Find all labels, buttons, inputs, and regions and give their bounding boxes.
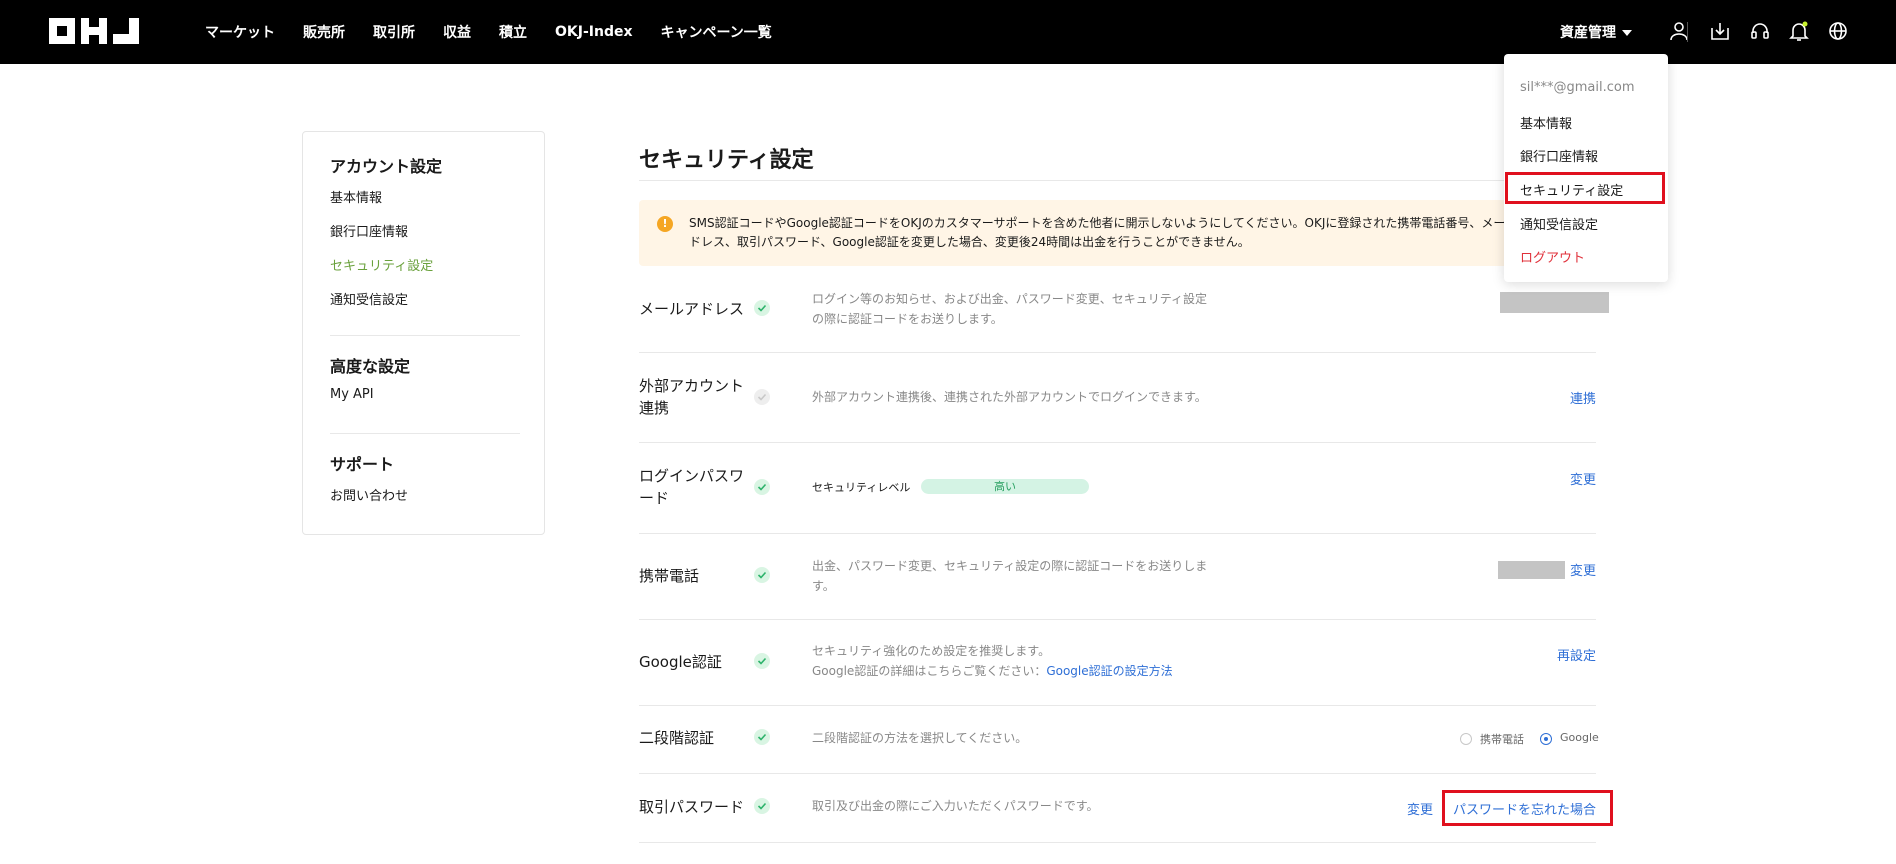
sidebar-item-basic-info[interactable]: 基本情報 [330,187,382,206]
masked-phone-value [1498,561,1565,579]
download-icon[interactable] [1709,20,1731,42]
row-divider [639,352,1596,353]
security-level-bar: 高い [921,479,1089,494]
row-divider [639,842,1596,843]
globe-icon[interactable] [1827,20,1849,42]
sidebar-divider [330,433,520,434]
two-factor-option-google[interactable]: Google [1560,731,1599,744]
google-auth-desc-text: Google認証の詳細はこちらご覧ください： [812,664,1047,678]
link-account-button[interactable]: 連携 [1570,388,1596,407]
nav-earn[interactable]: 収益 [443,22,471,42]
two-factor-label: 二段階認証 [639,729,715,747]
title-divider [639,180,1596,181]
google-auth-desc-line1: セキュリティ強化のため設定を推奨します。 [812,644,1051,658]
google-auth-label: Google認証 [639,653,722,671]
dropdown-item-notifications[interactable]: 通知受信設定 [1520,214,1598,233]
google-auth-description: セキュリティ強化のため設定を推奨します。 Google認証の詳細はこちらご覧くだ… [812,641,1312,681]
asset-menu[interactable]: 資産管理 [1560,22,1632,42]
change-trade-password-button[interactable]: 変更 [1407,799,1433,818]
settings-sidebar: アカウント設定 基本情報 銀行口座情報 セキュリティ設定 通知受信設定 高度な設… [302,131,545,535]
row-divider [639,442,1596,443]
check-icon [754,300,770,316]
google-auth-setup-link[interactable]: Google認証の設定方法 [1046,664,1172,678]
logo-block-k [81,18,107,44]
two-factor-option-phone[interactable]: 携帯電話 [1480,731,1524,747]
row-divider [639,773,1596,774]
sidebar-item-notifications[interactable]: 通知受信設定 [330,289,408,308]
asset-menu-label: 資産管理 [1560,25,1616,41]
sidebar-item-bank[interactable]: 銀行口座情報 [330,221,408,240]
forgot-password-highlight-box [1442,790,1613,826]
trade-password-description: 取引及び出金の際にご入力いただくパスワードです。 [812,799,1099,813]
bell-icon[interactable] [1788,20,1810,42]
nav-exchange[interactable]: 取引所 [373,22,415,42]
check-icon [754,479,770,495]
email-description: ログイン等のお知らせ、および出金、パスワード変更、セキュリティ設定の際に認証コー… [812,292,1208,326]
sidebar-divider [330,335,520,336]
nav-divider [1687,22,1688,42]
dropdown-item-logout[interactable]: ログアウト [1520,247,1585,266]
account-dropdown-menu: sil***@gmail.com 基本情報 銀行口座情報 セキュリティ設定 通知… [1504,54,1668,282]
email-label: メールアドレス [639,300,745,318]
two-factor-description: 二段階認証の方法を選択してください。 [812,731,1028,745]
sidebar-head-advanced: 高度な設定 [330,357,411,376]
warning-alert: ! SMS認証コードやGoogle認証コードをOKJのカスタマーサポートを含めた… [639,200,1589,266]
two-factor-radio-phone[interactable] [1460,733,1472,745]
sidebar-head-support: サポート [330,455,395,474]
logo-block-j [113,18,139,44]
logo-block-o [49,18,75,44]
security-level-label: セキュリティレベル [812,481,911,494]
nav-okj-index[interactable]: OKJ-Index [555,24,633,40]
change-login-password-button[interactable]: 変更 [1570,469,1596,488]
row-divider [639,533,1596,534]
masked-email-value [1500,292,1609,313]
phone-label: 携帯電話 [639,567,700,585]
warning-icon: ! [657,216,673,232]
dropdown-email: sil***@gmail.com [1520,80,1635,95]
two-factor-radio-google[interactable] [1540,733,1552,745]
check-icon [754,798,770,814]
nav-sales[interactable]: 販売所 [303,22,345,42]
check-icon [754,729,770,745]
external-account-label: 外部アカウント連携 [639,377,745,417]
sidebar-item-contact[interactable]: お問い合わせ [330,485,408,504]
sidebar-item-security[interactable]: セキュリティ設定 [330,255,433,274]
check-icon [754,653,770,669]
trade-password-label: 取引パスワード [639,798,745,816]
login-password-label: ログインパスワード [639,467,745,507]
change-phone-button[interactable]: 変更 [1570,560,1596,579]
check-icon-inactive [754,389,770,405]
dropdown-item-bank[interactable]: 銀行口座情報 [1520,146,1598,165]
caret-down-icon [1622,30,1632,36]
dropdown-item-basic-info[interactable]: 基本情報 [1520,113,1572,132]
alert-text: SMS認証コードやGoogle認証コードをOKJのカスタマーサポートを含めた他者… [689,216,1530,249]
page-title: セキュリティ設定 [639,148,814,173]
row-divider [639,705,1596,706]
google-auth-desc-line2: Google認証の詳細はこちらご覧ください：Google認証の設定方法 [812,661,1312,681]
external-account-description: 外部アカウント連携後、連携された外部アカウントでログインできます。 [812,390,1207,404]
nav-links: マーケット 販売所 取引所 収益 積立 OKJ-Index キャンペーン一覧 [205,0,772,64]
sidebar-head-account: アカウント設定 [330,157,443,176]
row-divider [639,619,1596,620]
sidebar-item-my-api[interactable]: My API [330,387,374,402]
nav-market[interactable]: マーケット [205,22,275,42]
headset-icon[interactable] [1749,20,1771,42]
reset-google-auth-button[interactable]: 再設定 [1557,645,1596,664]
nav-savings[interactable]: 積立 [499,22,527,42]
okj-logo[interactable] [49,18,142,44]
nav-campaigns[interactable]: キャンペーン一覧 [661,22,772,42]
security-highlight-box [1505,172,1665,204]
check-icon [754,567,770,583]
phone-description: 出金、パスワード変更、セキュリティ設定の際に認証コードをお送りします。 [812,559,1208,593]
